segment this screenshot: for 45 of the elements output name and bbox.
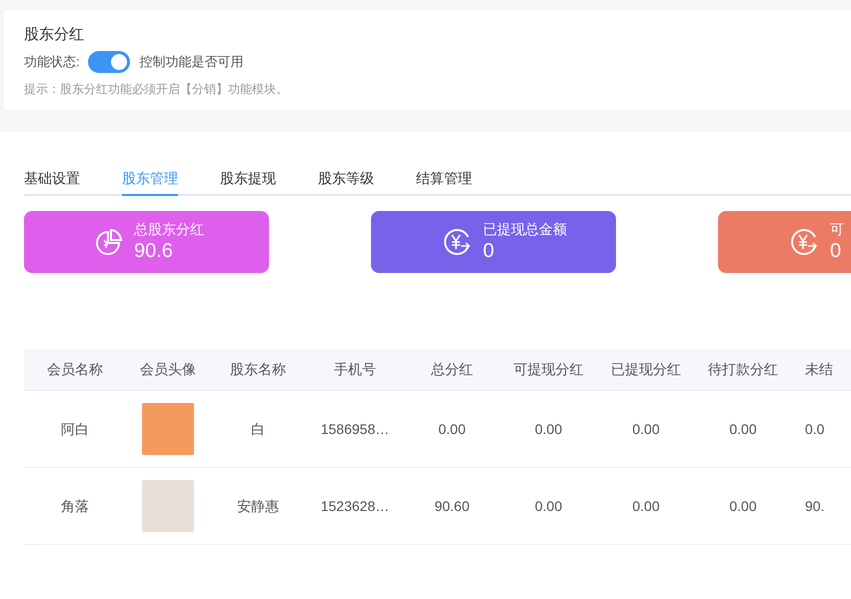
column-header: 总分红 — [430, 360, 474, 379]
table-cell-text: 白 — [250, 420, 266, 438]
column-header: 股东名称 — [229, 360, 287, 379]
table-cell-text: 0.00 — [728, 420, 758, 438]
pie-chart-icon — [94, 227, 124, 257]
column-header: 可提现分红 — [512, 360, 584, 379]
table-cell-text: 0.00 — [631, 496, 661, 516]
table-cell-text: 1523628… — [320, 496, 390, 516]
table-cell-text: 0.00 — [728, 496, 758, 516]
yen-coin-icon — [441, 226, 473, 258]
avatar-placeholder — [142, 403, 194, 455]
table-cell-text: 90. — [804, 496, 826, 516]
tab[interactable]: 股东提现 — [220, 162, 276, 196]
yen-coin-icon — [788, 226, 820, 258]
stat-label: 已提现总金额 — [483, 220, 567, 238]
tab[interactable]: 结算管理 — [416, 162, 472, 196]
stat-label: 总股东分红 — [134, 220, 204, 238]
table-cell-text: 90.60 — [433, 496, 471, 516]
column-header: 会员名称 — [46, 360, 104, 379]
column-header: 待打款分红 — [707, 360, 779, 379]
column-header: 未结 — [804, 360, 834, 379]
tab[interactable]: 股东等级 — [318, 162, 374, 196]
avatar-placeholder — [142, 480, 194, 532]
table-cell-text: 阿白 — [60, 420, 90, 438]
stat-value: 0 — [483, 239, 496, 264]
table-cell-text: 安静惠 — [236, 496, 280, 516]
status-hint: 控制功能是否可用 — [140, 53, 244, 72]
table-cell-text: 0.00 — [631, 420, 661, 438]
stat-value: 90.6 — [134, 239, 174, 264]
stat-label: 可 — [830, 220, 844, 238]
tab[interactable]: 基础设置 — [24, 162, 80, 196]
column-header: 手机号 — [333, 360, 377, 379]
stat-value: 0 — [830, 239, 842, 264]
table-cell-text: 0.0 — [804, 420, 826, 438]
status-toggle[interactable] — [88, 51, 130, 73]
tip-text: 提示：股东分红功能必须开启【分销】功能模块。 — [24, 81, 289, 98]
table-cell-text: 角落 — [60, 496, 90, 516]
table-cell-text: 0.00 — [534, 496, 564, 516]
table-cell-text: 0.00 — [534, 420, 564, 438]
status-label: 功能状态: — [24, 53, 80, 72]
table-cell-text: 0.00 — [437, 420, 467, 438]
column-header: 会员头像 — [139, 360, 197, 379]
table-cell-text: 1586958… — [320, 420, 390, 438]
column-header: 已提现分红 — [610, 360, 682, 379]
panel-title: 股东分红 — [24, 25, 85, 45]
